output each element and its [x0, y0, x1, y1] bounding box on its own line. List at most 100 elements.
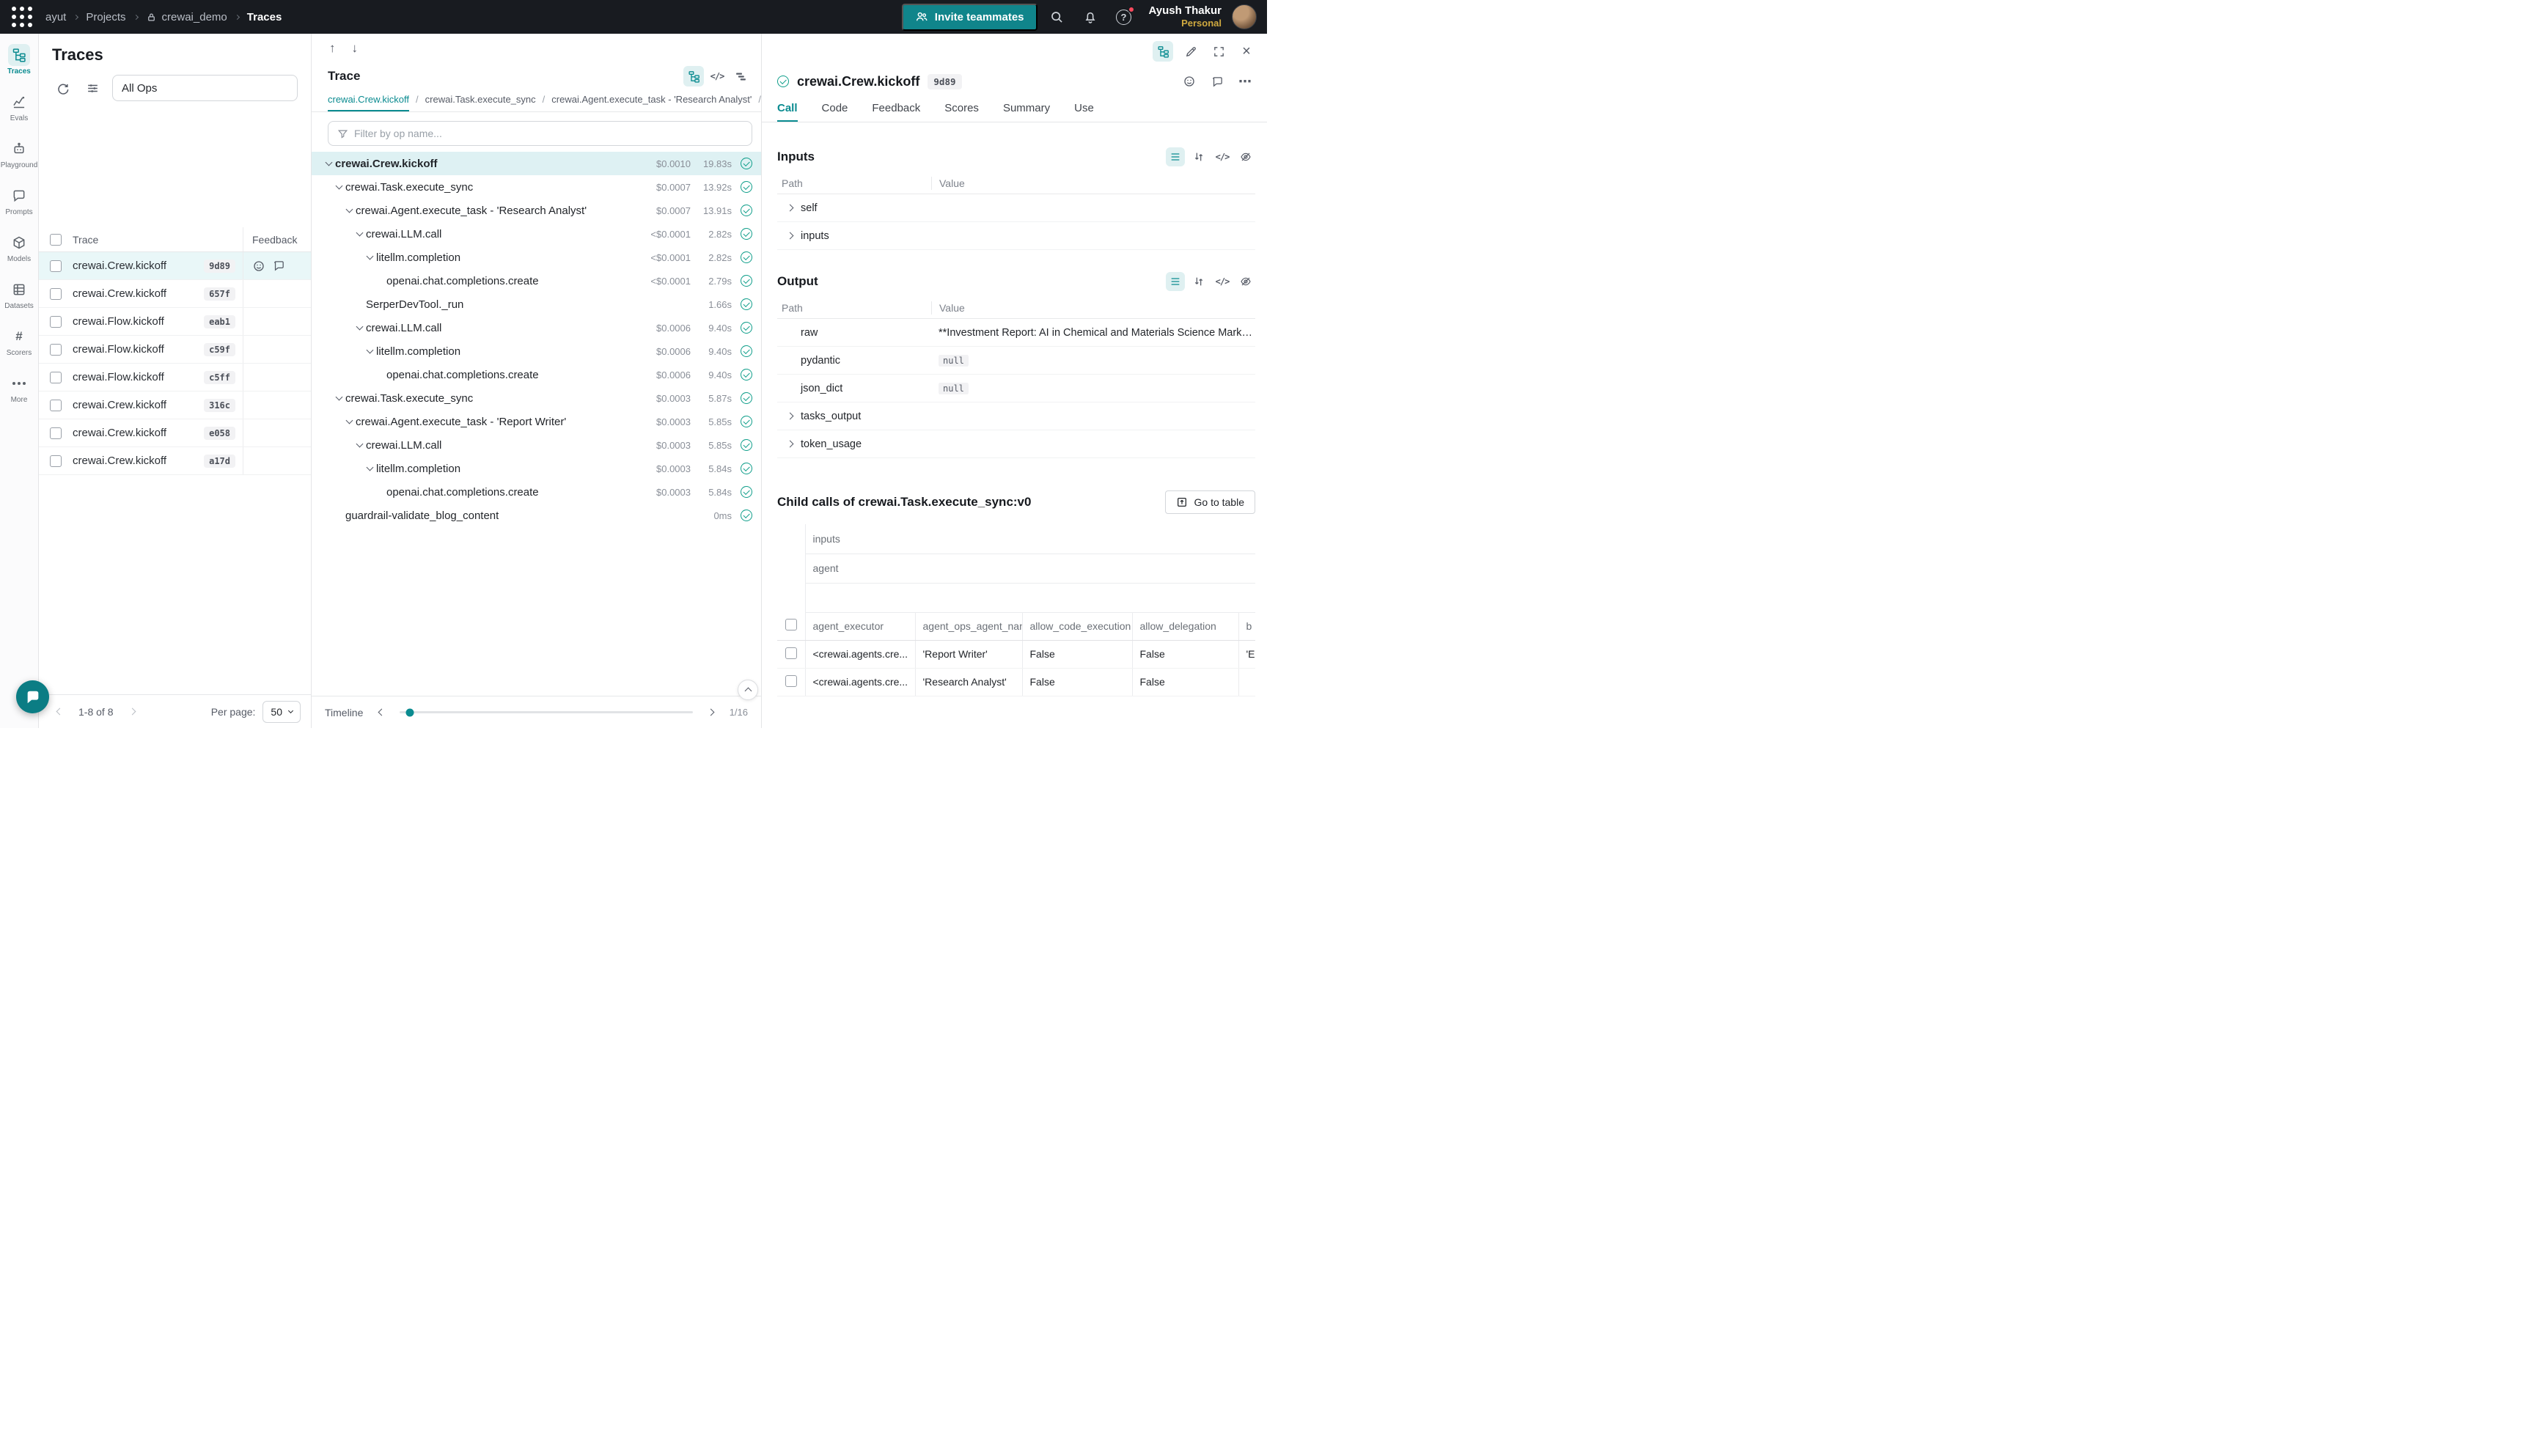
trace-tree-node[interactable]: crewai.LLM.call $0.0003 5.85s: [312, 433, 761, 457]
column-header-trace[interactable]: Trace: [73, 227, 243, 251]
value-cell[interactable]: **Investment Report: AI in Chemical and …: [931, 327, 1255, 339]
next-page-icon[interactable]: [122, 702, 142, 722]
cell-allow-code-execution[interactable]: False: [1022, 668, 1132, 696]
help-icon[interactable]: ?: [1109, 2, 1139, 32]
op-filter-input[interactable]: [354, 128, 743, 139]
trace-tree-node[interactable]: crewai.Agent.execute_task - 'Report Writ…: [312, 410, 761, 433]
per-page-select[interactable]: 50: [262, 701, 301, 723]
split-view-icon[interactable]: [1153, 41, 1173, 62]
op-filter-select[interactable]: All Ops: [112, 75, 298, 101]
sidebar-item-playground[interactable]: Playground: [0, 133, 39, 180]
sidebar-item-prompts[interactable]: Prompts: [0, 180, 39, 227]
cell-backstory[interactable]: [1238, 668, 1255, 696]
chevron-down-icon[interactable]: [353, 444, 366, 446]
list-view-icon[interactable]: [1166, 147, 1185, 166]
table-row[interactable]: crewai.Flow.kickoffc59f: [39, 336, 311, 364]
chevron-down-icon[interactable]: [322, 162, 335, 165]
select-all-checkbox[interactable]: [50, 234, 62, 246]
tab-scores[interactable]: Scores: [944, 102, 979, 122]
collapse-panel-button[interactable]: [738, 680, 758, 700]
table-row[interactable]: crewai.Crew.kickoff9d89: [39, 252, 311, 280]
table-row[interactable]: crewai.Flow.kickoffc5ff: [39, 364, 311, 391]
prev-page-icon[interactable]: [49, 702, 70, 722]
code-view-icon[interactable]: </>: [707, 66, 727, 87]
op-name-filter[interactable]: [328, 121, 752, 146]
tab-code[interactable]: Code: [822, 102, 848, 122]
row-checkbox[interactable]: [50, 288, 62, 300]
chevron-down-icon[interactable]: [332, 185, 345, 188]
table-row[interactable]: crewai.Flow.kickoffeab1: [39, 308, 311, 336]
fullscreen-icon[interactable]: [1208, 41, 1229, 62]
tab-feedback[interactable]: Feedback: [872, 102, 920, 122]
column-header[interactable]: allow_code_execution: [1022, 612, 1132, 640]
trace-tree-node[interactable]: litellm.completion $0.0006 9.40s: [312, 339, 761, 363]
sidebar-item-more[interactable]: More: [0, 368, 39, 415]
cell-agent-executor[interactable]: <crewai.agents.cre...: [805, 668, 915, 696]
notifications-bell-icon[interactable]: [1076, 2, 1105, 32]
avatar[interactable]: [1232, 4, 1257, 29]
expandable-path[interactable]: tasks_output: [777, 411, 931, 422]
trace-tree-node[interactable]: crewai.Agent.execute_task - 'Research An…: [312, 199, 761, 222]
call-breadcrumb[interactable]: crewai.Task.execute_sync: [425, 94, 536, 111]
column-header[interactable]: allow_delegation: [1132, 612, 1238, 640]
table-row[interactable]: crewai.Crew.kickoffa17d: [39, 447, 311, 475]
tree-view-icon[interactable]: [683, 66, 704, 87]
row-checkbox[interactable]: [50, 455, 62, 467]
cell-agent-executor[interactable]: <crewai.agents.cre...: [805, 640, 915, 668]
breadcrumb-projects[interactable]: Projects: [86, 11, 125, 23]
overflow-menu-icon[interactable]: ⋯: [1235, 71, 1255, 92]
user-menu[interactable]: Ayush Thakur Personal: [1149, 4, 1222, 29]
chevron-down-icon[interactable]: [363, 256, 376, 259]
view-options-icon[interactable]: [82, 78, 103, 98]
row-checkbox[interactable]: [785, 675, 797, 687]
chevron-down-icon[interactable]: [363, 350, 376, 353]
list-view-icon[interactable]: [1166, 272, 1185, 291]
trace-tree-node[interactable]: crewai.Crew.kickoff $0.0010 19.83s: [312, 152, 761, 175]
trace-tree-node[interactable]: SerperDevTool._run 1.66s: [312, 293, 761, 316]
row-checkbox[interactable]: [785, 647, 797, 659]
expandable-path[interactable]: inputs: [777, 230, 931, 242]
chevron-down-icon[interactable]: [342, 420, 356, 423]
trace-tree-node[interactable]: guardrail-validate_blog_content 0ms: [312, 504, 761, 527]
expandable-path[interactable]: token_usage: [777, 438, 931, 450]
call-breadcrumb-active[interactable]: crewai.Crew.kickoff: [328, 94, 409, 111]
close-icon[interactable]: ×: [1236, 41, 1257, 62]
row-checkbox[interactable]: [50, 316, 62, 328]
comment-icon[interactable]: [273, 260, 285, 272]
chevron-down-icon[interactable]: [353, 326, 366, 329]
previous-call-icon[interactable]: ↑: [329, 41, 336, 56]
chevron-down-icon[interactable]: [342, 209, 356, 212]
go-to-table-button[interactable]: Go to table: [1165, 490, 1256, 514]
expand-collapse-all-icon[interactable]: [1189, 272, 1208, 291]
row-checkbox[interactable]: [50, 372, 62, 383]
row-checkbox[interactable]: [50, 260, 62, 272]
tab-use[interactable]: Use: [1074, 102, 1094, 122]
tab-summary[interactable]: Summary: [1003, 102, 1050, 122]
code-view-icon[interactable]: </>: [1213, 272, 1232, 291]
sidebar-item-datasets[interactable]: Datasets: [0, 274, 39, 321]
trace-tree-node[interactable]: openai.chat.completions.create <$0.0001 …: [312, 269, 761, 293]
trace-tree-node[interactable]: crewai.LLM.call $0.0006 9.40s: [312, 316, 761, 339]
cell-allow-code-execution[interactable]: False: [1022, 640, 1132, 668]
edit-pencil-icon[interactable]: [1180, 41, 1201, 62]
cell-allow-delegation[interactable]: False: [1132, 640, 1238, 668]
hide-values-eye-icon[interactable]: [1236, 272, 1255, 291]
sidebar-item-evals[interactable]: Evals: [0, 87, 39, 133]
invite-teammates-button[interactable]: Invite teammates: [902, 4, 1038, 31]
timeline-slider-handle[interactable]: [406, 708, 414, 716]
breadcrumb-project[interactable]: crewai_demo: [146, 11, 227, 23]
refresh-icon[interactable]: [52, 78, 73, 98]
trace-tree-node[interactable]: litellm.completion $0.0003 5.84s: [312, 457, 761, 480]
cell-backstory[interactable]: 'E: [1238, 640, 1255, 668]
flame-graph-icon[interactable]: [730, 66, 751, 87]
hide-values-eye-icon[interactable]: [1236, 147, 1255, 166]
expandable-path[interactable]: self: [777, 202, 931, 214]
add-reaction-icon[interactable]: [1179, 71, 1200, 92]
cell-allow-delegation[interactable]: False: [1132, 668, 1238, 696]
chevron-down-icon[interactable]: [332, 397, 345, 400]
code-view-icon[interactable]: </>: [1213, 147, 1232, 166]
trace-tree-node[interactable]: openai.chat.completions.create $0.0003 5…: [312, 480, 761, 504]
call-id-badge[interactable]: 9d89: [928, 74, 961, 89]
table-row[interactable]: crewai.Crew.kickoff316c: [39, 391, 311, 419]
trace-tree-node[interactable]: litellm.completion <$0.0001 2.82s: [312, 246, 761, 269]
